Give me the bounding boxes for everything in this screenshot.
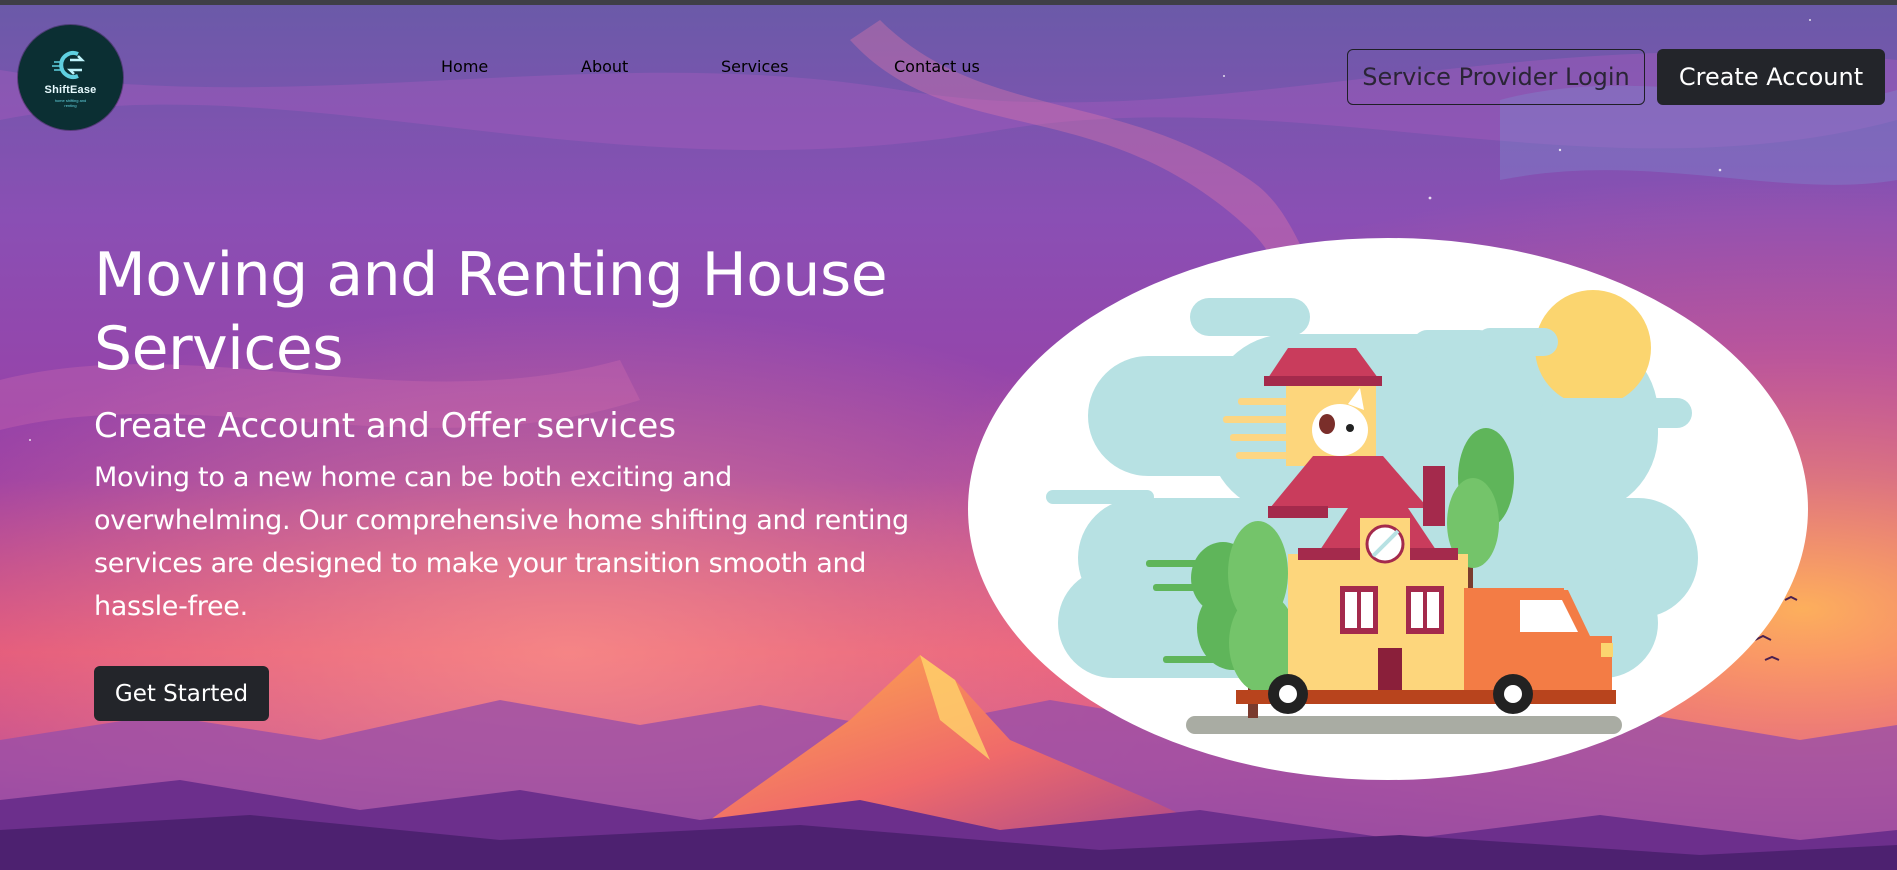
navbar: ShiftEase home shifting and renting Home… (0, 5, 1897, 145)
hero-description: Moving to a new home can be both excitin… (94, 462, 909, 622)
nav-about[interactable]: About (581, 57, 628, 76)
create-account-button[interactable]: Create Account (1657, 49, 1885, 105)
brand-name: ShiftEase (44, 83, 97, 96)
nav-home[interactable]: Home (441, 57, 488, 76)
browser-top-edge (0, 0, 1897, 5)
hero-title: Moving and Renting House Services (94, 240, 888, 384)
get-started-button[interactable]: Get Started (94, 666, 269, 721)
hero-content: Moving and Renting House Services Create… (94, 238, 914, 628)
shiftease-logo-icon (51, 50, 85, 79)
nav-contact-us[interactable]: Contact us (894, 57, 980, 76)
service-provider-login-button[interactable]: Service Provider Login (1347, 49, 1645, 105)
hero-subtitle: Create Account and Offer services (94, 406, 677, 446)
nav-services[interactable]: Services (721, 57, 788, 76)
house-moving-truck-illustration (968, 238, 1808, 780)
brand-tagline: home shifting and renting (54, 97, 87, 108)
brand-logo[interactable]: ShiftEase home shifting and renting (18, 25, 123, 130)
